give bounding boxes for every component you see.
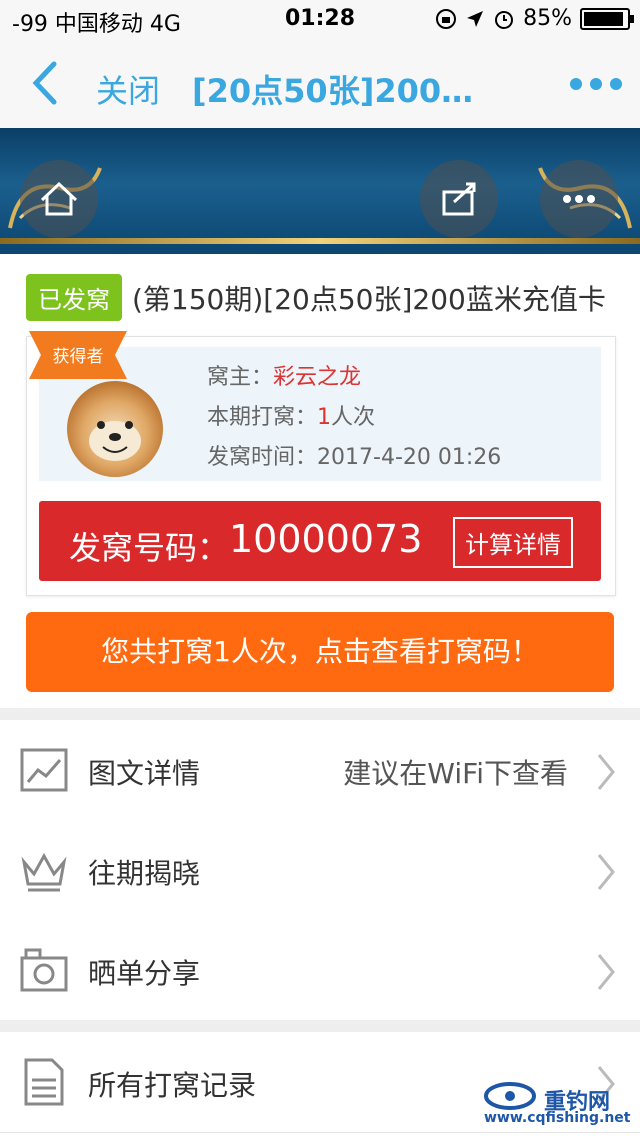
- page-title: [20点50张]200…: [192, 72, 474, 110]
- navigation-bar: 关闭 [20点50张]200…: [0, 40, 640, 129]
- times-value: 1: [317, 405, 332, 430]
- time-label: 发窝时间：: [207, 445, 318, 470]
- status-bar: -99 中国移动 4G 01:28 85%: [0, 0, 640, 40]
- gold-border: [0, 238, 640, 244]
- product-title-row: 已发窝 (第150期)[20点50张]200蓝米充值卡: [26, 274, 606, 321]
- menu-item-past-results[interactable]: 往期揭晓: [0, 820, 640, 921]
- owner-name[interactable]: 彩云之龙: [273, 365, 361, 390]
- home-button[interactable]: [20, 160, 98, 238]
- share-icon: [442, 182, 476, 216]
- share-button[interactable]: [420, 160, 498, 238]
- rotation-lock-icon: [436, 8, 457, 29]
- alarm-icon: [495, 10, 514, 29]
- crown-icon: [21, 852, 67, 892]
- winner-card: 窝主：彩云之龙 本期打窝：1人次 发窝时间：2017-4-20 01:26 获得…: [26, 331, 616, 596]
- site-watermark: 重钓网 www.cqfishing.net: [484, 1080, 634, 1130]
- chevron-right-icon: [597, 754, 615, 790]
- image-icon: [20, 748, 68, 792]
- section-divider: [0, 1020, 640, 1032]
- status-icons: 85%: [435, 6, 634, 31]
- product-title: (第150期)[20点50张]200蓝米充值卡: [132, 282, 606, 316]
- status-badge: 已发窝: [26, 274, 122, 321]
- menu-label: 所有打窝记录: [88, 1069, 257, 1102]
- chevron-right-icon: [597, 954, 615, 990]
- times-label: 本期打窝：: [207, 405, 318, 430]
- banner-more-button[interactable]: [540, 160, 618, 238]
- view-codes-button[interactable]: 您共打窝1人次，点击查看打窝码！: [26, 612, 614, 692]
- menu-label: 往期揭晓: [88, 857, 201, 890]
- winner-ribbon: 获得者: [29, 331, 127, 379]
- more-dots-icon: [563, 195, 595, 203]
- menu-hint: 建议在WiFi下查看: [343, 757, 568, 790]
- battery-icon: [580, 7, 634, 30]
- location-icon: [467, 10, 484, 27]
- chevron-right-icon: [597, 854, 615, 890]
- menu-item-graphic-details[interactable]: 图文详情 建议在WiFi下查看: [0, 720, 640, 821]
- document-icon: [24, 1058, 64, 1106]
- times-line: 本期打窝：1人次: [207, 399, 375, 431]
- winning-code-bar: 发窝号码： 10000073 计算详情: [39, 501, 601, 581]
- owner-line[interactable]: 窝主：彩云之龙: [207, 359, 361, 391]
- close-button[interactable]: 关闭: [96, 66, 160, 112]
- camera-icon: [20, 948, 68, 992]
- owner-label: 窝主：: [207, 365, 274, 390]
- calc-details-button[interactable]: 计算详情: [453, 517, 573, 568]
- back-chevron-icon[interactable]: [26, 58, 66, 108]
- time-line: 发窝时间：2017-4-20 01:26: [207, 439, 501, 471]
- dog-face-icon: [89, 421, 141, 461]
- menu-label: 晒单分享: [88, 957, 201, 990]
- code-label: 发窝号码：: [69, 529, 230, 567]
- menu-item-share-orders[interactable]: 晒单分享: [0, 920, 640, 1021]
- home-icon: [40, 181, 78, 216]
- watermark-url: www.cqfishing.net: [484, 1110, 631, 1126]
- ribbon-label: 获得者: [53, 347, 104, 366]
- avatar[interactable]: [67, 381, 163, 477]
- menu-label: 图文详情: [88, 757, 201, 790]
- battery-percent: 85%: [523, 6, 572, 31]
- section-divider: [0, 708, 640, 720]
- more-options-icon[interactable]: [570, 78, 622, 90]
- times-unit: 人次: [331, 405, 376, 430]
- time-value: 2017-4-20 01:26: [317, 445, 502, 470]
- watermark-logo-icon: [484, 1082, 536, 1110]
- code-value: 10000073: [229, 517, 423, 561]
